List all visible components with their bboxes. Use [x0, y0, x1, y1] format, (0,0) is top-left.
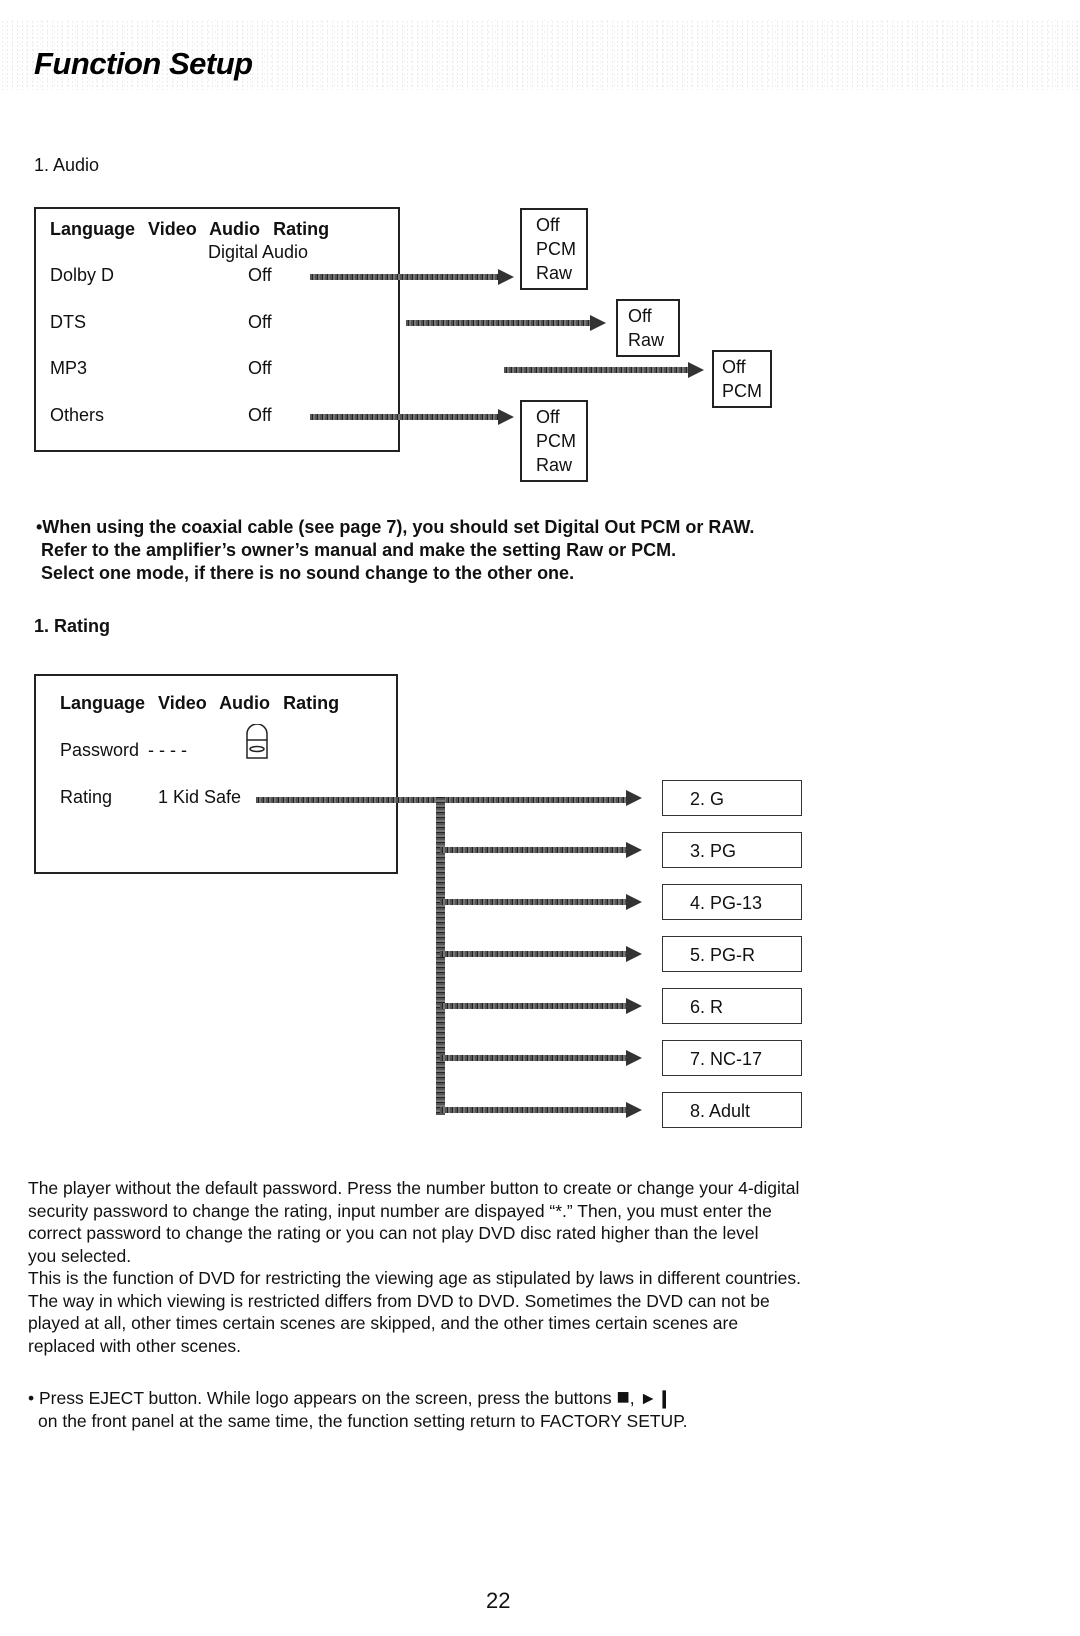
menu-tab-rating: Rating: [283, 693, 340, 713]
text-line: The player without the default password.…: [28, 1178, 800, 1198]
arrow-dolby: [310, 274, 500, 280]
arrow-head: [626, 790, 642, 806]
password-value: - - - -: [148, 740, 187, 760]
factory-reset-line2: on the front panel at the same time, the…: [38, 1410, 688, 1431]
audio-row-value: Off: [248, 312, 272, 332]
arrow-head: [626, 946, 642, 962]
audio-section-title: 1. Audio: [34, 155, 100, 175]
stop-button-icon: ■: [616, 1384, 630, 1409]
password-paragraph: The player without the default password.…: [28, 1177, 801, 1357]
dolby-options-box: Off PCM Raw: [520, 208, 588, 290]
text-line: This is the function of DVD for restrict…: [28, 1268, 801, 1288]
page-number: 22: [486, 1588, 511, 1613]
arrow-mp3: [504, 367, 690, 373]
arrow-rating-branch: [440, 899, 628, 905]
note-line: •When using the coaxial cable (see page …: [36, 517, 755, 537]
rating-option-box: 8. Adult: [662, 1092, 802, 1128]
audio-menu-tabs: Language Video Audio Rating: [50, 219, 337, 240]
menu-tab-language: Language: [60, 693, 146, 713]
dts-options-box: Off Raw: [616, 299, 680, 357]
arrow-head: [626, 998, 642, 1014]
option-item: Raw: [628, 330, 665, 350]
arrow-head: [590, 315, 606, 331]
play-pause-button-icon: ►❙: [639, 1388, 672, 1408]
rating-menu-screen: Language Video Audio Rating Password - -…: [34, 674, 398, 874]
rating-menu-tabs: Language Video Audio Rating: [60, 693, 347, 714]
menu-tab-video: Video: [148, 219, 197, 239]
audio-notes: •When using the coaxial cable (see page …: [36, 516, 754, 585]
arrow-dts: [406, 320, 592, 326]
audio-row-value: Off: [248, 265, 272, 285]
arrow-rating-branch: [440, 1003, 628, 1009]
note-line: Refer to the amplifier’s owner’s manual …: [36, 540, 677, 560]
menu-tab-language: Language: [50, 219, 136, 239]
rating-option-box: 4. PG-13: [662, 884, 802, 920]
option-item: Raw: [536, 263, 573, 283]
rating-option-box: 2. G: [662, 780, 802, 816]
text-line: security password to change the rating, …: [28, 1200, 772, 1221]
rating-option-box: 6. R: [662, 988, 802, 1024]
menu-tab-audio: Audio: [209, 219, 261, 239]
audio-row-label: DTS: [50, 312, 86, 332]
others-options-box: Off PCM Raw: [520, 400, 588, 482]
rating-option-box: 3. PG: [662, 832, 802, 868]
menu-tab-video: Video: [158, 693, 207, 713]
text-line: played at all, other times certain scene…: [28, 1313, 739, 1333]
arrow-others: [310, 414, 500, 420]
arrow-head: [626, 1102, 642, 1118]
rating-option-box: 5. PG-R: [662, 936, 802, 972]
rating-section-title: 1. Rating: [34, 616, 111, 636]
arrow-head: [626, 894, 642, 910]
audio-row-label: Dolby D: [50, 265, 115, 285]
password-label: Password: [60, 740, 140, 760]
mp3-options-box: Off PCM: [712, 350, 772, 408]
text-line: replaced with other scenes.: [28, 1335, 242, 1356]
option-item: Off: [536, 215, 560, 235]
option-item: PCM: [536, 239, 576, 259]
padlock-icon: [246, 724, 268, 759]
option-item: Off: [536, 407, 560, 427]
audio-row-label: MP3: [50, 358, 88, 378]
arrow-rating-branch: [440, 951, 628, 957]
option-item: PCM: [722, 381, 762, 401]
option-item: Off: [628, 306, 652, 326]
audio-row-label: Others: [50, 405, 105, 425]
arrow-rating-branch: [440, 1107, 628, 1113]
text-line: correct password to change the rating or…: [28, 1223, 759, 1243]
option-item: Raw: [536, 455, 573, 475]
arrow-head: [498, 409, 514, 425]
option-item: PCM: [536, 431, 576, 451]
text-line: • Press EJECT button. While logo appears…: [28, 1384, 687, 1410]
digital-audio-header: Digital Audio: [208, 242, 309, 262]
arrow-head: [626, 842, 642, 858]
rating-option-box: 7. NC-17: [662, 1040, 802, 1076]
rating-label: Rating: [60, 787, 113, 807]
text-line: you selected.: [28, 1245, 132, 1266]
arrow-head: [626, 1050, 642, 1066]
arrow-rating-branch: [440, 847, 628, 853]
rating-value: 1 Kid Safe: [158, 787, 242, 807]
arrow-head: [498, 269, 514, 285]
audio-row-value: Off: [248, 358, 272, 378]
factory-reset-note: • Press EJECT button. While logo appears…: [28, 1384, 688, 1432]
separator: ,: [629, 1388, 635, 1408]
arrow-head: [688, 362, 704, 378]
note-line: Select one mode, if there is no sound ch…: [36, 563, 575, 583]
factory-reset-line1: • Press EJECT button. While logo appears…: [28, 1388, 612, 1408]
audio-row-value: Off: [248, 405, 272, 425]
option-item: Off: [722, 357, 746, 377]
arrow-rating-branch: [440, 1055, 628, 1061]
page-title: Function Setup: [34, 46, 253, 81]
text-line: The way in which viewing is restricted d…: [28, 1290, 770, 1311]
menu-tab-audio: Audio: [219, 693, 271, 713]
menu-tab-rating: Rating: [273, 219, 330, 239]
